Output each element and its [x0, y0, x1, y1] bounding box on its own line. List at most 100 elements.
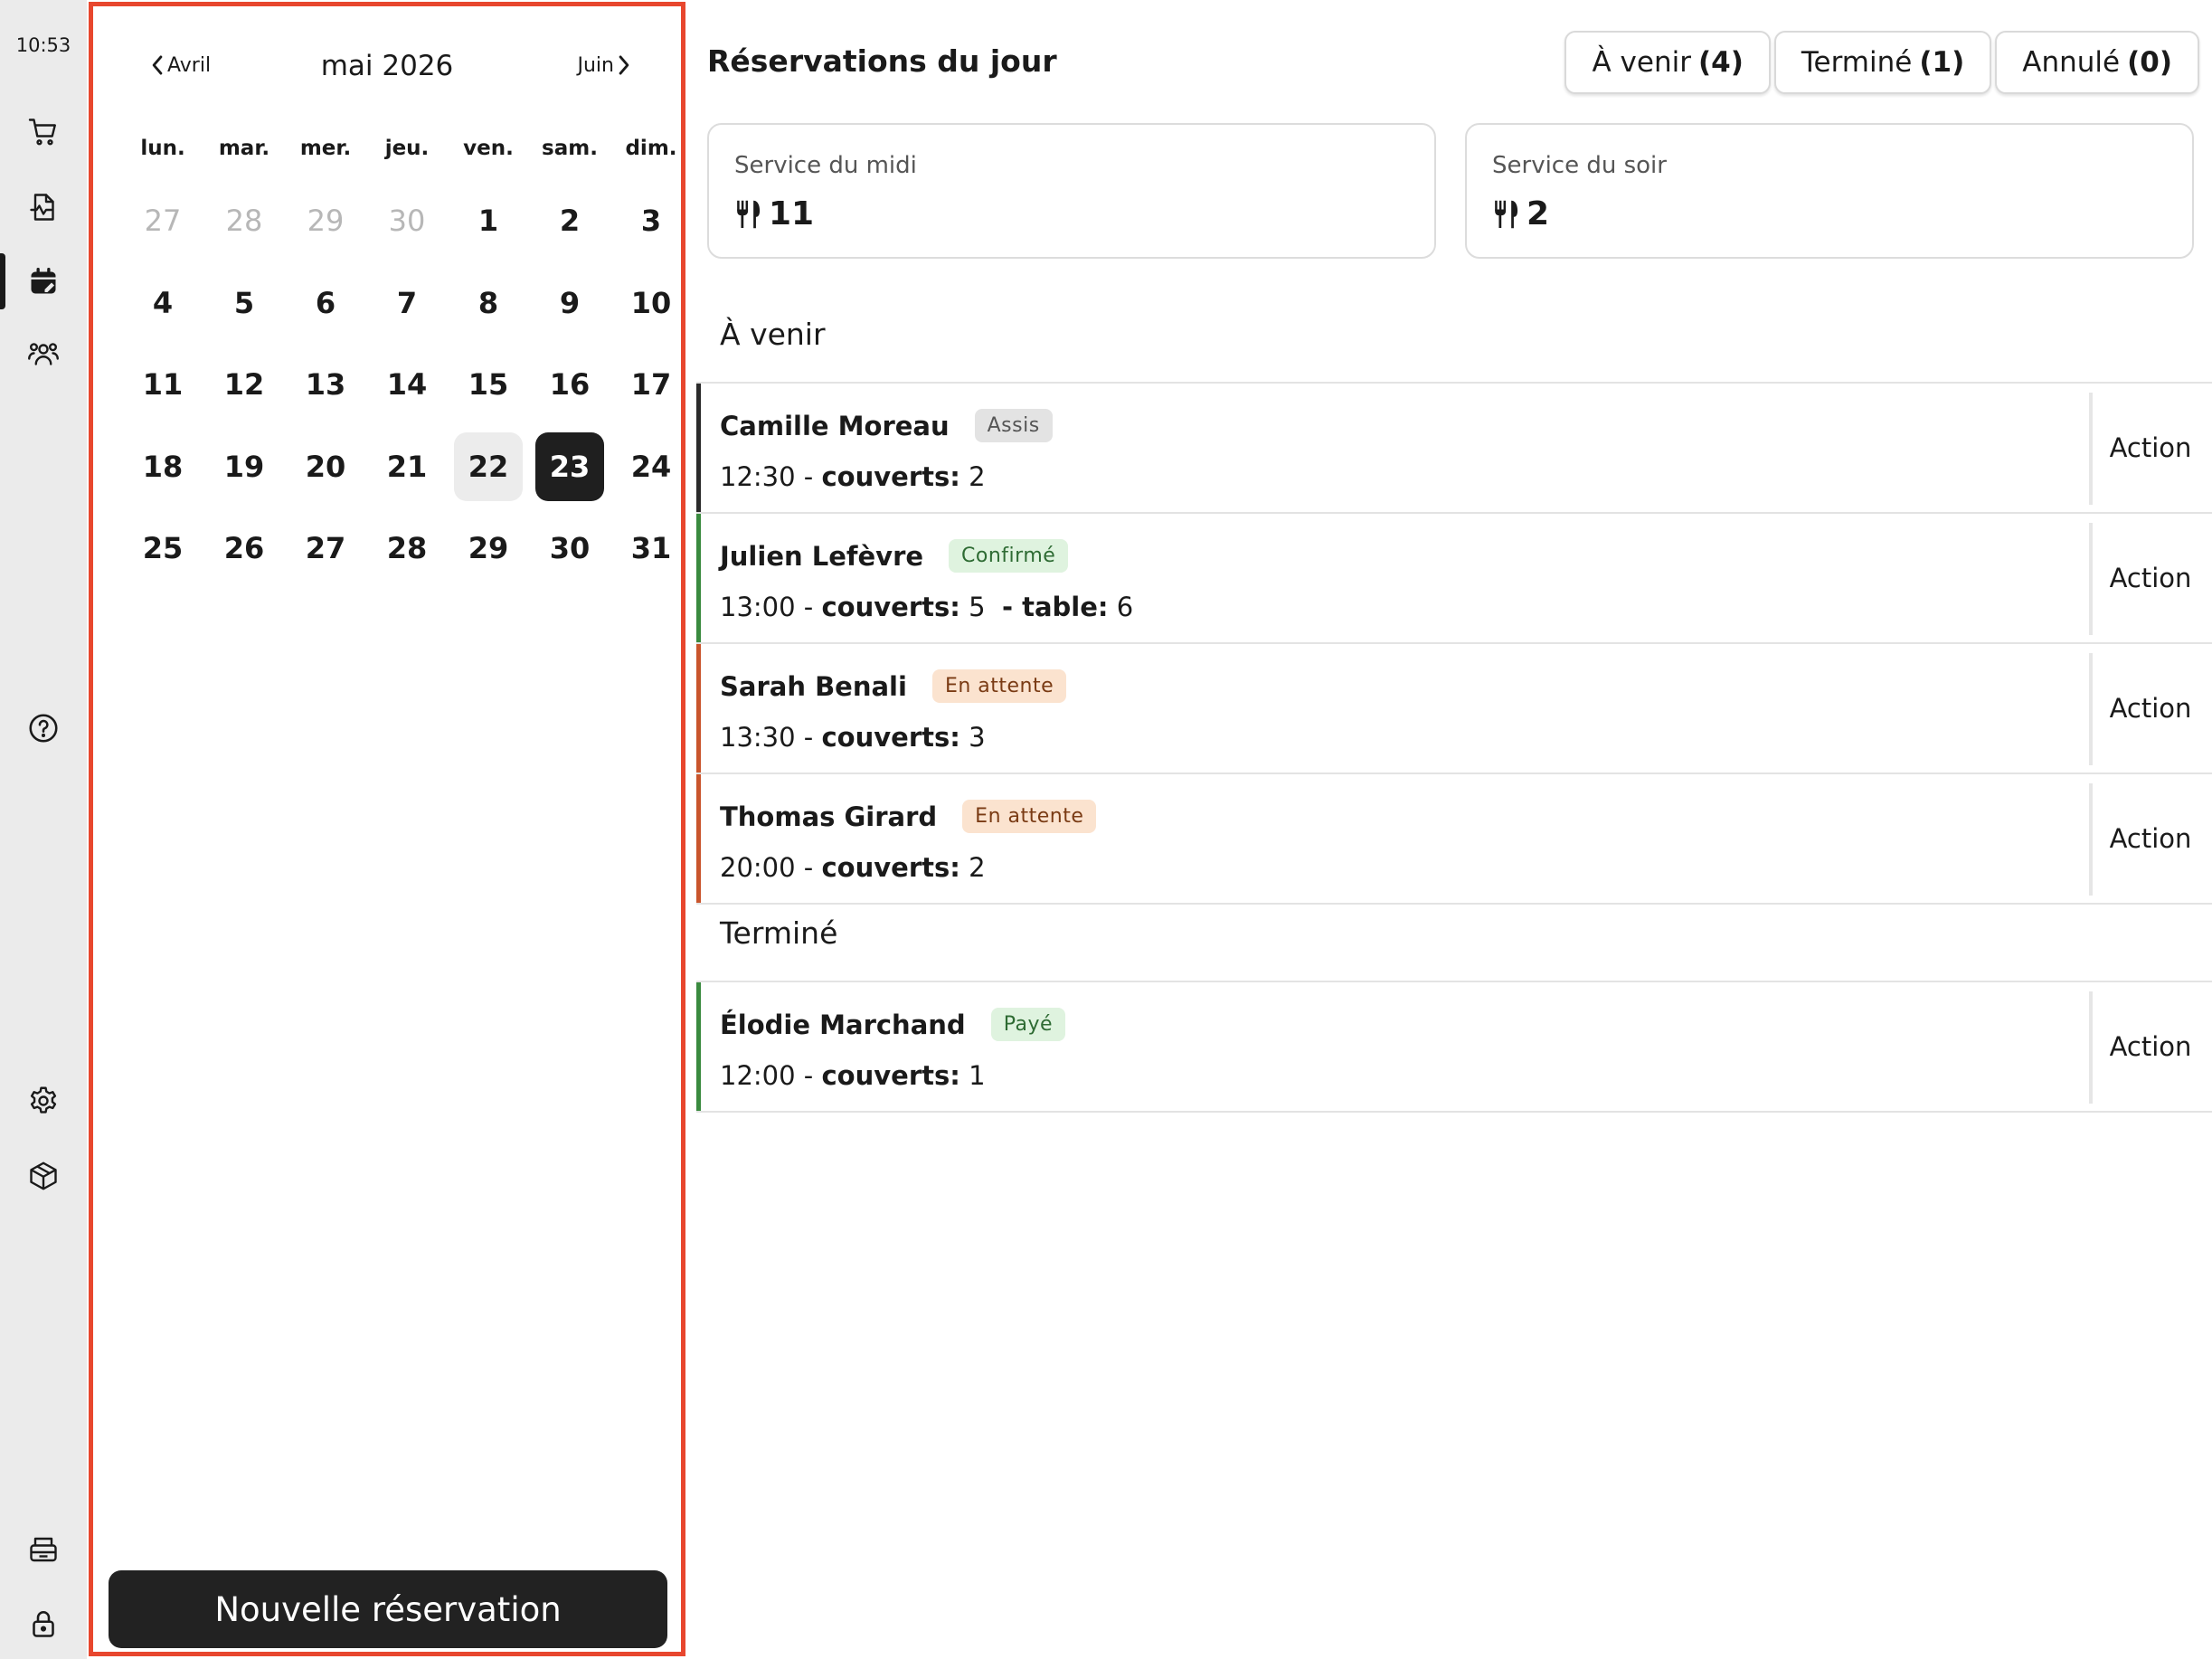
covers-label: couverts: [821, 722, 960, 753]
sidebar-item-customers[interactable] [0, 323, 87, 386]
calendar-day-selected[interactable]: 23 [535, 431, 604, 501]
reservation-row[interactable]: Thomas Girard En attente 20:00 - couverts:… [696, 773, 2212, 905]
calendar-day[interactable]: 11 [128, 350, 197, 419]
tab-upcoming[interactable]: À venir (4) [1564, 31, 1771, 94]
tab-count: (0) [2127, 46, 2172, 79]
calendar-day[interactable]: 25 [128, 514, 197, 583]
covers-value: 5 [969, 592, 986, 622]
calendar-day[interactable]: 20 [291, 432, 360, 501]
reservation-row[interactable]: Julien Lefèvre Confirmé 13:00 - couverts: … [696, 512, 2212, 644]
calendar-day[interactable]: 19 [210, 432, 279, 501]
calendar-day[interactable]: 24 [617, 432, 685, 501]
calendar-day[interactable]: 22 [454, 431, 523, 501]
sidebar-item-printer[interactable] [0, 1518, 87, 1581]
tab-cancelled[interactable]: Annulé (0) [1995, 31, 2199, 94]
calendar-day[interactable]: 6 [291, 269, 360, 337]
calendar-grid: lun. mar. mer. jeu. ven. sam. dim. 27 28 2… [122, 126, 694, 590]
reservation-row[interactable]: Camille Moreau Assis 12:30 - couverts: 2 Ac… [696, 382, 2212, 514]
sidebar-item-orders[interactable] [0, 100, 87, 164]
section-title: À venir [720, 317, 826, 352]
reservation-action-button[interactable]: Action [2089, 982, 2212, 1111]
cutlery-icon [1495, 200, 1518, 228]
reservation-header: Élodie Marchand Payé [720, 1008, 1066, 1041]
calendar-day-outside-month[interactable]: 29 [291, 186, 360, 255]
calendar-day[interactable]: 28 [373, 514, 441, 583]
calendar-days: 27 28 29 30 1 2 3 4 5 6 7 8 9 10 11 12 13 14 15 16 17 18 19 20 2… [122, 180, 694, 590]
users-icon [28, 343, 59, 365]
reservation-details: 20:00 - couverts: 2 [720, 852, 986, 883]
lunch-service-card: Service du midi 11 [707, 123, 1436, 259]
covers-value: 1 [969, 1060, 986, 1091]
calendar-day[interactable]: 26 [210, 514, 279, 583]
calendar-day[interactable]: 29 [454, 514, 523, 583]
reservation-action-button[interactable]: Action [2089, 644, 2212, 773]
calendar-day[interactable]: 1 [454, 186, 523, 255]
weekday-label: jeu. [384, 137, 430, 160]
covers-value: 2 [969, 461, 986, 492]
reservation-details: 13:00 - couverts: 5 - table: 6 [720, 592, 1134, 622]
reservation-header: Julien Lefèvre Confirmé [720, 539, 1069, 573]
covers-label: couverts: [821, 461, 960, 492]
calendar-week: 25 26 27 28 29 30 31 [122, 507, 694, 590]
calendar-day[interactable]: 14 [373, 350, 441, 419]
tab-completed[interactable]: Terminé (1) [1773, 31, 1992, 94]
calendar-day[interactable]: 7 [373, 269, 441, 337]
calendar-day[interactable]: 31 [617, 514, 685, 583]
calendar-day-outside-month[interactable]: 28 [210, 186, 279, 255]
cart-icon [28, 118, 56, 146]
tab-label: Annulé [2022, 46, 2121, 79]
sidebar-item-reservations[interactable] [0, 250, 87, 313]
calendar-week: 11 12 13 14 15 16 17 [122, 344, 694, 426]
sidebar-item-products[interactable] [0, 1144, 87, 1208]
reservation-row[interactable]: Élodie Marchand Payé 12:00 - couverts: 1 Ac… [696, 981, 2212, 1113]
calendar-day[interactable]: 13 [291, 350, 360, 419]
reservation-details: 13:30 - couverts: 3 [720, 722, 986, 753]
calendar-panel: Avril mai 2026 Juin lun. mar. mer. jeu. … [89, 2, 685, 1656]
service-count: 2 [1492, 195, 1549, 232]
reservation-header: Thomas Girard En attente [720, 800, 1097, 833]
calendar-week: 18 19 20 21 22 23 24 [122, 426, 694, 508]
calendar-day[interactable]: 2 [535, 186, 604, 255]
calendar-day[interactable]: 17 [617, 350, 685, 419]
reservation-time: 13:30 [720, 722, 796, 753]
calendar-day[interactable]: 30 [535, 514, 604, 583]
calendar-day[interactable]: 18 [128, 432, 197, 501]
calendar-day[interactable]: 4 [128, 269, 197, 337]
calendar-day-outside-month[interactable]: 30 [373, 186, 441, 255]
reservation-header: Sarah Benali En attente [720, 669, 1067, 703]
calendar-day[interactable]: 10 [617, 269, 685, 337]
calendar-day[interactable]: 8 [454, 269, 523, 337]
calendar-day[interactable]: 16 [535, 350, 604, 419]
weekday-label: lun. [140, 137, 185, 160]
box-icon [30, 1161, 57, 1190]
reservation-row[interactable]: Sarah Benali En attente 13:30 - couverts: … [696, 642, 2212, 774]
sidebar-item-reports[interactable] [0, 175, 87, 239]
sidebar-item-lock[interactable] [0, 1592, 87, 1655]
reservation-time: 20:00 [720, 852, 796, 883]
calendar-day[interactable]: 3 [617, 186, 685, 255]
cutlery-icon [737, 200, 761, 228]
calendar-day[interactable]: 21 [373, 432, 441, 501]
calendar-day[interactable]: 5 [210, 269, 279, 337]
covers-label: couverts: [821, 592, 960, 622]
calendar-day[interactable]: 15 [454, 350, 523, 419]
reservation-action-button[interactable]: Action [2089, 514, 2212, 642]
calendar-day[interactable]: 12 [210, 350, 279, 419]
customer-name: Camille Moreau [720, 410, 950, 441]
clock: 10:53 [15, 34, 71, 56]
covers-label: couverts: [821, 852, 960, 883]
calendar-week: 4 5 6 7 8 9 10 [122, 262, 694, 345]
calendar-day[interactable]: 9 [535, 269, 604, 337]
tab-label: Terminé [1801, 46, 1913, 79]
reservation-action-button[interactable]: Action [2089, 384, 2212, 512]
sidebar-item-settings[interactable] [0, 1069, 87, 1133]
status-accent-bar [696, 384, 701, 512]
calendar-day[interactable]: 27 [291, 514, 360, 583]
reservation-action-button[interactable]: Action [2089, 774, 2212, 903]
tab-count: (1) [1919, 46, 1965, 79]
sidebar-item-help[interactable] [0, 697, 87, 760]
new-reservation-button[interactable]: Nouvelle réservation [109, 1570, 667, 1648]
calendar-day-outside-month[interactable]: 27 [128, 186, 197, 255]
next-month-button[interactable]: Juin [578, 53, 635, 77]
settings-icon [30, 1086, 57, 1114]
